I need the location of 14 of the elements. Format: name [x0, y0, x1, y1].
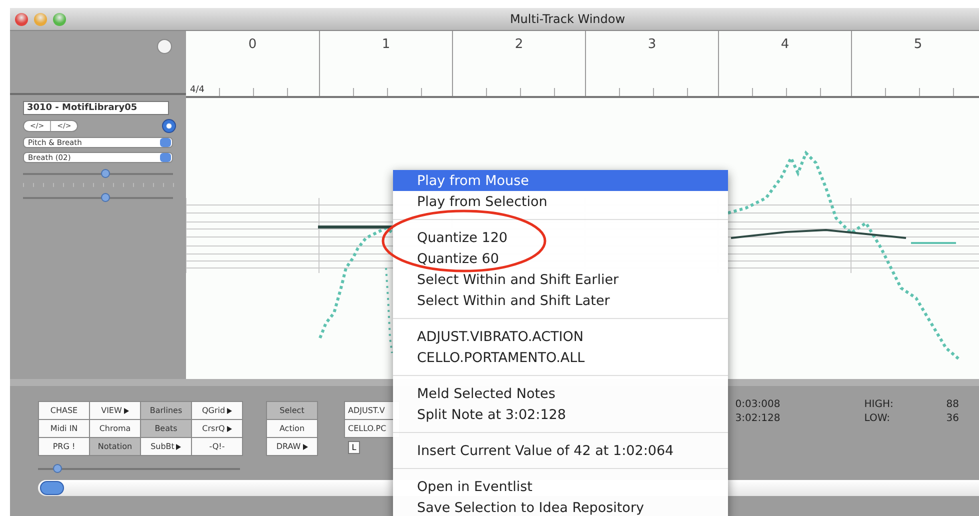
bar-number: 0	[247, 37, 258, 52]
window-title: Multi-Track Window	[508, 12, 626, 26]
bar-number: 2	[514, 37, 524, 52]
bar-number: 3	[646, 37, 658, 52]
readout-value: 36	[946, 413, 959, 424]
readout-label: HIGH:	[864, 399, 894, 410]
bar-number: 1	[380, 37, 392, 52]
readout-value: 88	[946, 399, 959, 410]
readout-label: LOW:	[864, 413, 892, 424]
bar-number: 5	[912, 37, 924, 52]
time-readout: 0:03:008	[735, 399, 782, 410]
time-signature: 4/4	[190, 85, 204, 95]
bar-number: 4	[780, 37, 790, 52]
time-readout: 3:02:128	[735, 413, 782, 424]
